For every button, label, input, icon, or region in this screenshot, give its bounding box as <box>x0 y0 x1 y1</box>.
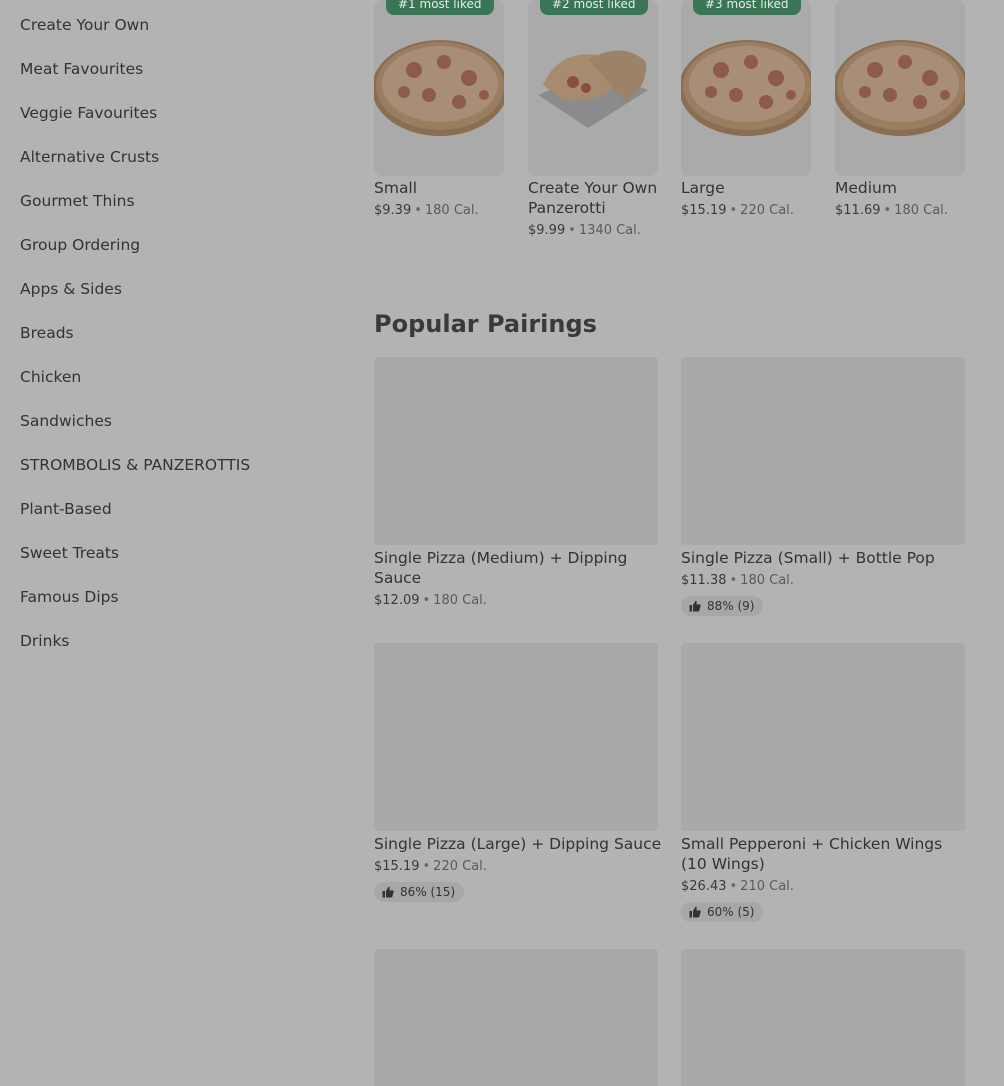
item-calories: 1340 Cal. <box>578 223 641 238</box>
pizza-image-icon <box>374 40 504 136</box>
most-liked-badge: #1 most liked <box>386 0 494 15</box>
pairing-image-placeholder[interactable] <box>374 949 658 1086</box>
sidebar-item-veggie-favourites[interactable]: Veggie Favourites <box>20 104 157 122</box>
pairing-calories: 210 Cal. <box>740 879 794 894</box>
pairing-price: $11.38 <box>681 573 727 588</box>
sidebar-item-gourmet-thins[interactable]: Gourmet Thins <box>20 192 135 210</box>
sidebar-item-plant-based[interactable]: Plant-Based <box>20 500 112 518</box>
separator-dot: • <box>422 859 431 874</box>
pairing-name: Single Pizza (Large) + Dipping Sauce <box>374 835 662 853</box>
pairing-card[interactable]: Single Pizza (Large) + Dipping Sauce $15… <box>374 643 661 913</box>
rating-badge: 88% (9) <box>681 596 764 616</box>
separator-dot: • <box>422 593 431 608</box>
pairing-calories: 180 Cal. <box>433 593 487 608</box>
item-image <box>835 0 965 176</box>
pairing-image-placeholder <box>374 357 658 545</box>
rating-value: 88% (9) <box>707 599 755 613</box>
separator-dot: • <box>729 573 738 588</box>
item-price: $11.69 <box>835 203 881 218</box>
item-meta: $9.39 • 180 Cal. <box>374 203 479 218</box>
separator-dot: • <box>729 879 738 894</box>
menu-item-card[interactable]: Medium $11.69 • 180 Cal. <box>835 0 965 240</box>
item-price: $15.19 <box>681 203 727 218</box>
item-name: Small <box>374 179 418 197</box>
rating-value: 60% (5) <box>707 905 755 919</box>
sidebar-item-famous-dips[interactable]: Famous Dips <box>20 588 119 606</box>
separator-dot: • <box>568 223 576 238</box>
pairing-price: $26.43 <box>681 879 727 894</box>
pairing-card[interactable]: Small Pepperoni + Chicken Wings (10 Wing… <box>681 643 965 933</box>
item-name: Large <box>681 179 725 197</box>
pairing-image-placeholder <box>374 643 658 831</box>
item-price: $9.39 <box>374 203 412 218</box>
thumbs-up-icon <box>382 886 394 898</box>
pairing-name: Single Pizza (Small) + Bottle Pop <box>681 549 935 567</box>
pairing-image-placeholder <box>681 357 965 545</box>
item-price: $9.99 <box>528 223 566 238</box>
item-meta: $11.69 • 180 Cal. <box>835 203 948 218</box>
section-title-popular-pairings: Popular Pairings <box>374 310 597 338</box>
pairing-meta: $15.19 • 220 Cal. <box>374 859 487 874</box>
item-image <box>528 0 658 176</box>
pairing-meta: $12.09 • 180 Cal. <box>374 593 487 608</box>
item-calories: 220 Cal. <box>740 203 794 218</box>
pairing-name: Small Pepperoni + Chicken Wings (10 Wing… <box>681 835 943 873</box>
item-meta: $9.99 • 1340 Cal. <box>528 223 641 238</box>
item-image <box>681 0 811 176</box>
rating-badge: 86% (15) <box>374 882 465 902</box>
pairing-meta: $11.38 • 180 Cal. <box>681 573 794 588</box>
item-name: Create Your Own Panzerotti <box>528 179 658 217</box>
thumbs-up-icon <box>689 600 701 612</box>
pairing-name: Single Pizza (Medium) + Dipping Sauce <box>374 549 628 587</box>
item-calories: 180 Cal. <box>894 203 948 218</box>
separator-dot: • <box>883 203 892 218</box>
item-calories: 180 Cal. <box>424 203 479 218</box>
pairing-price: $15.19 <box>374 859 420 874</box>
thumbs-up-icon <box>689 906 701 918</box>
pairing-image-placeholder[interactable] <box>681 949 965 1086</box>
sidebar-item-alternative-crusts[interactable]: Alternative Crusts <box>20 148 159 166</box>
menu-item-card[interactable]: #3 most liked Large $15.19 • 220 Cal. <box>681 0 811 240</box>
separator-dot: • <box>414 203 422 218</box>
pairing-card[interactable]: Single Pizza (Small) + Bottle Pop $11.38… <box>681 357 965 627</box>
pairing-calories: 220 Cal. <box>433 859 487 874</box>
rating-badge: 60% (5) <box>681 902 764 922</box>
pairing-price: $12.09 <box>374 593 420 608</box>
sidebar-item-strombolis-panzerottis[interactable]: STROMBOLIS & PANZEROTTIS <box>20 456 250 474</box>
sidebar-item-sandwiches[interactable]: Sandwiches <box>20 412 112 430</box>
sidebar-item-breads[interactable]: Breads <box>20 324 74 342</box>
panzerotti-image-icon <box>538 50 648 128</box>
pairing-card[interactable]: Single Pizza (Medium) + Dipping Sauce $1… <box>374 357 658 617</box>
pairing-calories: 180 Cal. <box>740 573 794 588</box>
pairing-meta: $26.43 • 210 Cal. <box>681 879 794 894</box>
sidebar-item-chicken[interactable]: Chicken <box>20 368 81 386</box>
item-name: Medium <box>835 179 897 197</box>
most-liked-badge: #3 most liked <box>693 0 801 15</box>
sidebar-item-apps-sides[interactable]: Apps & Sides <box>20 280 122 298</box>
item-meta: $15.19 • 220 Cal. <box>681 203 794 218</box>
menu-item-card[interactable]: #1 most liked Small $9.39 • 180 Cal. <box>374 0 504 240</box>
separator-dot: • <box>729 203 738 218</box>
item-image <box>374 0 504 176</box>
sidebar-item-meat-favourites[interactable]: Meat Favourites <box>20 60 143 78</box>
most-liked-badge: #2 most liked <box>540 0 648 15</box>
pizza-image-icon <box>681 40 811 136</box>
sidebar-item-create-your-own[interactable]: Create Your Own <box>20 16 149 34</box>
pizza-image-icon <box>835 40 965 136</box>
menu-item-card[interactable]: #2 most liked Create Your Own Panzerotti… <box>528 0 658 240</box>
sidebar-item-group-ordering[interactable]: Group Ordering <box>20 236 140 254</box>
pairing-image-placeholder <box>681 643 965 831</box>
rating-value: 86% (15) <box>400 885 456 899</box>
sidebar-item-drinks[interactable]: Drinks <box>20 632 70 650</box>
sidebar-item-sweet-treats[interactable]: Sweet Treats <box>20 544 119 562</box>
